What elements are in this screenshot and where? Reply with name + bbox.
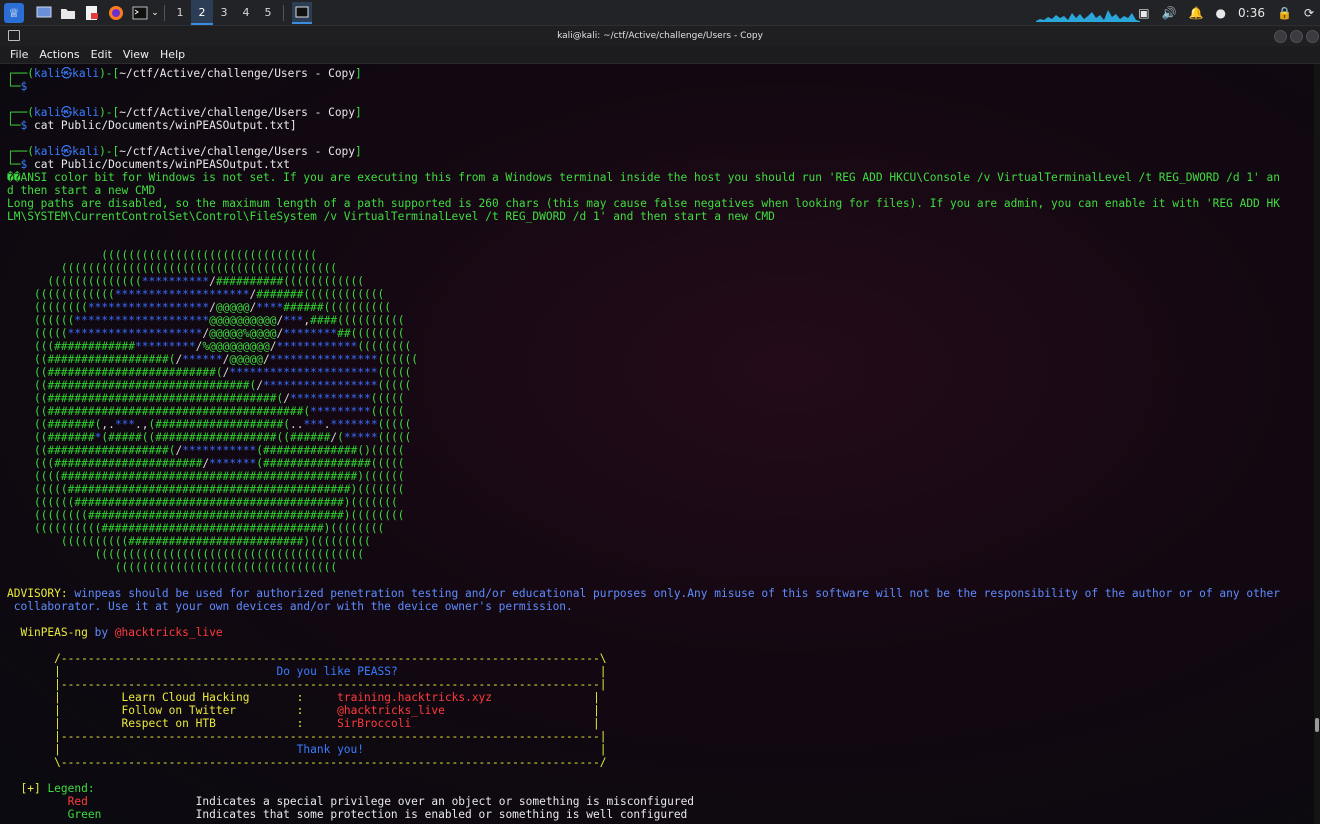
ascii-art-row: ((((((((******************/@@@@@/****###… bbox=[33, 301, 392, 314]
longpath-warning-line: LM\SYSTEM\CurrentControlSet\Control\File… bbox=[7, 210, 775, 223]
ascii-art-row: ((((((********************@@@@@@@@@@/***… bbox=[33, 314, 405, 327]
notifications-icon[interactable]: 🔔 bbox=[1189, 6, 1204, 20]
text-editor-icon[interactable] bbox=[82, 3, 102, 23]
command-line: └─$ bbox=[7, 80, 28, 93]
advisory-line: ADVISORY: winpeas should be used for aut… bbox=[7, 587, 1281, 600]
box-row: | Respect on HTB : SirBroccoli | bbox=[54, 717, 600, 730]
legend-row-red: Red Indicates a special privilege over a… bbox=[67, 795, 695, 808]
ascii-art-row: ((((((((((((********************/#######… bbox=[33, 288, 385, 301]
banner-line: WinPEAS-ng by @hacktricks_live bbox=[20, 626, 223, 639]
menubar: File Actions Edit View Help bbox=[0, 46, 1320, 64]
chevron-down-icon[interactable]: ⌄ bbox=[150, 3, 160, 23]
terminal-icon[interactable] bbox=[130, 3, 150, 23]
menu-view[interactable]: View bbox=[123, 48, 149, 61]
legend-row-green: Green Indicates that some protection is … bbox=[67, 808, 688, 821]
kali-menu-icon[interactable]: ♕ bbox=[4, 2, 24, 23]
lock-icon[interactable]: 🔒 bbox=[1277, 6, 1292, 20]
display-icon[interactable]: ▣ bbox=[1138, 6, 1149, 20]
workspace-5[interactable]: 5 bbox=[257, 0, 279, 25]
workspace-1[interactable]: 1 bbox=[169, 0, 191, 25]
terminal-output[interactable]: ┌──(kali㉿kali)-[~/ctf/Active/challenge/U… bbox=[0, 64, 1314, 824]
taskbar: ♕ ⌄ 1 2 3 4 5 ▣ 🔊 🔔 ● 0:36 🔒 ⟳ bbox=[0, 0, 1320, 26]
longpath-warning-line: Long paths are disabled, so the maximum … bbox=[7, 197, 1280, 210]
separator bbox=[164, 4, 165, 21]
advisory-label: ADVISORY: bbox=[7, 587, 68, 600]
ascii-art-row: ((((((##################################… bbox=[33, 496, 398, 509]
ascii-art-row: ((##############################(/******… bbox=[33, 379, 412, 392]
network-icon[interactable]: ● bbox=[1216, 6, 1226, 20]
menu-help[interactable]: Help bbox=[160, 48, 185, 61]
ansi-warning-line: d then start a new CMD bbox=[7, 184, 156, 197]
workspace-3[interactable]: 3 bbox=[213, 0, 235, 25]
legend-header: [+] Legend: bbox=[20, 782, 95, 795]
system-tray: ▣ 🔊 🔔 ● 0:36 🔒 ⟳ bbox=[1132, 0, 1320, 25]
window-menu-icon[interactable] bbox=[8, 30, 20, 41]
folder-icon[interactable] bbox=[58, 3, 78, 23]
ascii-art-row: ((((((((((((((((((((((((((((((((( bbox=[114, 561, 338, 574]
advisory-line: collaborator. Use it at your own devices… bbox=[7, 600, 573, 613]
window-titlebar[interactable]: kali@kali: ~/ctf/Active/challenge/Users … bbox=[0, 26, 1320, 46]
workspace-2[interactable]: 2 bbox=[191, 0, 213, 25]
ascii-art-row: (((######################/*******(######… bbox=[33, 457, 405, 470]
minimize-button[interactable] bbox=[1274, 30, 1287, 43]
ascii-art-row: ((((((((((((((((((((((((((((((((((((((((… bbox=[60, 262, 338, 275]
cpu-graph bbox=[1036, 10, 1140, 22]
box-question-row: | Do you like PEASS? | bbox=[54, 665, 607, 678]
box-divider: |---------------------------------------… bbox=[54, 678, 607, 691]
prompt-line: ┌──(kali㉿kali)-[~/ctf/Active/challenge/U… bbox=[7, 67, 362, 80]
ascii-art-row: ((######################################… bbox=[33, 405, 405, 418]
box-divider: |---------------------------------------… bbox=[54, 730, 607, 743]
ascii-art-row: ((#########################(/***********… bbox=[33, 366, 412, 379]
desktop-icon[interactable] bbox=[34, 3, 54, 23]
terminal-scrollbar[interactable] bbox=[1314, 64, 1320, 824]
command-line: └─$ cat Public/Documents/winPEASOutput.t… bbox=[7, 119, 297, 132]
menu-actions[interactable]: Actions bbox=[39, 48, 79, 61]
ascii-art-row: (((((###################################… bbox=[33, 483, 405, 496]
ascii-art-row: ((((((((((((((**********/##########(((((… bbox=[47, 275, 365, 288]
scrollbar-thumb[interactable] bbox=[1315, 718, 1319, 732]
volume-icon[interactable]: 🔊 bbox=[1162, 6, 1177, 20]
window-title: kali@kali: ~/ctf/Active/challenge/Users … bbox=[557, 31, 763, 41]
ascii-art-row: ((##################(/******/@@@@@/*****… bbox=[33, 353, 418, 366]
peas-ascii-art: (((((((((((((((((((((((((((((((( (((((((… bbox=[0, 249, 1314, 574]
logout-icon[interactable]: ⟳ bbox=[1304, 6, 1314, 20]
firefox-icon[interactable] bbox=[106, 3, 126, 23]
ascii-art-row: ((#######*(#####((##################((##… bbox=[33, 431, 412, 444]
ascii-art-row: (((((((((((((((((((((((((((((((( bbox=[101, 249, 317, 262]
box-row: | Learn Cloud Hacking : training.hacktri… bbox=[54, 691, 600, 704]
ascii-art-row: ((((((((((##########################)(((… bbox=[60, 535, 371, 548]
ascii-art-row: ((##################(/***********(######… bbox=[33, 444, 405, 457]
ascii-art-row: ((((####################################… bbox=[33, 470, 405, 483]
menu-edit[interactable]: Edit bbox=[91, 48, 112, 61]
ascii-art-row: ((((((((################################… bbox=[33, 509, 405, 522]
ascii-art-row: (((((((((((((((((((((((((((((((((((((((( bbox=[94, 548, 364, 561]
ascii-art-row: ((#######(,.***.,(###################(..… bbox=[33, 418, 412, 431]
box-bottom: \---------------------------------------… bbox=[54, 756, 607, 769]
workspace-4[interactable]: 4 bbox=[235, 0, 257, 25]
ascii-art-row: (((((********************/@@@@@%@@@@/***… bbox=[33, 327, 405, 340]
clock[interactable]: 0:36 bbox=[1238, 6, 1265, 20]
maximize-button[interactable] bbox=[1290, 30, 1303, 43]
ansi-warning-line: ��ANSI color bit for Windows is not set.… bbox=[7, 171, 1280, 184]
prompt-line: ┌──(kali㉿kali)-[~/ctf/Active/challenge/U… bbox=[7, 145, 362, 158]
terminal-window-task-icon[interactable] bbox=[292, 1, 312, 24]
separator bbox=[283, 4, 284, 21]
prompt-line: ┌──(kali㉿kali)-[~/ctf/Active/challenge/U… bbox=[7, 106, 362, 119]
box-top: /---------------------------------------… bbox=[54, 652, 607, 665]
ascii-art-row: ((##################################(/**… bbox=[33, 392, 405, 405]
close-button[interactable] bbox=[1306, 30, 1319, 43]
command-line: └─$ cat Public/Documents/winPEASOutput.t… bbox=[7, 158, 290, 171]
ascii-art-row: (((############*********/%@@@@@@@@@/****… bbox=[33, 340, 412, 353]
box-row: | Follow on Twitter : @hacktricks_live | bbox=[54, 704, 600, 717]
ascii-art-row: ((((((((((##############################… bbox=[33, 522, 385, 535]
box-thanks-row: | Thank you! | bbox=[54, 743, 607, 756]
menu-file[interactable]: File bbox=[10, 48, 28, 61]
